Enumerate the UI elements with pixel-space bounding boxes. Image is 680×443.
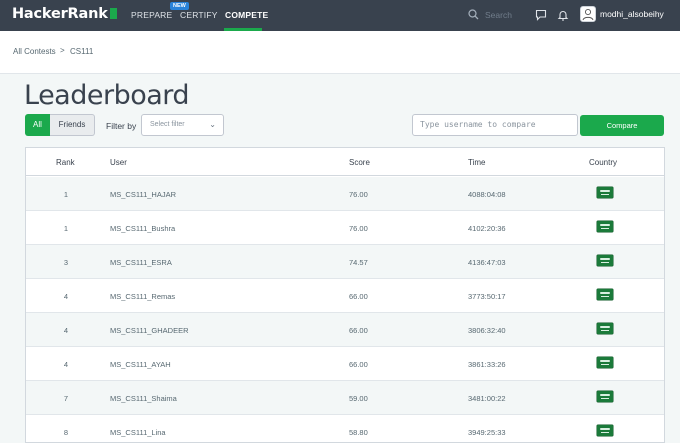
- filter-friends-button[interactable]: Friends: [50, 114, 95, 136]
- rank-cell: 8: [63, 428, 69, 437]
- user-cell[interactable]: MS_CS111_HAJAR: [110, 190, 176, 199]
- time-cell: 4102:20:36: [468, 224, 506, 233]
- filter-select[interactable]: Select filter ⌄: [141, 114, 224, 136]
- page-title: Leaderboard: [24, 80, 190, 111]
- compare-username-input[interactable]: Type username to compare: [412, 114, 578, 136]
- saudi-arabia-flag-icon: [597, 425, 613, 436]
- saudi-arabia-flag-icon: [597, 323, 613, 334]
- rank-cell: 1: [63, 190, 69, 199]
- table-row: 7 MS_CS111_Shaima 59.00 3481:00:22: [26, 381, 664, 415]
- filter-by-label: Filter by: [106, 121, 137, 131]
- top-navbar: HackerRank PREPARE NEW CERTIFY COMPETE S…: [0, 0, 680, 31]
- table-row: 4 MS_CS111_GHADEER 66.00 3806:32:40: [26, 313, 664, 347]
- user-cell[interactable]: MS_CS111_AYAH: [110, 360, 171, 369]
- saudi-arabia-flag-icon: [597, 391, 613, 402]
- time-cell: 4088:04:08: [468, 190, 506, 199]
- time-cell: 3949:25:33: [468, 428, 506, 437]
- messages-icon[interactable]: [535, 9, 547, 21]
- nav-certify-link[interactable]: CERTIFY: [180, 10, 218, 20]
- score-cell: 76.00: [349, 224, 368, 233]
- chevron-down-icon: ⌄: [209, 120, 216, 129]
- score-cell: 76.00: [349, 190, 368, 199]
- score-cell: 58.80: [349, 428, 368, 437]
- hackerrank-logo[interactable]: HackerRank: [12, 6, 117, 22]
- saudi-arabia-flag-icon: [597, 357, 613, 368]
- saudi-arabia-flag-icon: [597, 221, 613, 232]
- avatar-icon: [582, 8, 594, 21]
- logo-mark-icon: [109, 8, 117, 19]
- breadcrumb-all-contests[interactable]: All Contests: [13, 47, 56, 56]
- breadcrumb-current: CS111: [70, 47, 94, 56]
- user-cell[interactable]: MS_CS111_GHADEER: [110, 326, 189, 335]
- score-cell: 59.00: [349, 394, 368, 403]
- nav-compete-link[interactable]: COMPETE: [225, 10, 268, 20]
- saudi-arabia-flag-icon: [597, 289, 613, 300]
- rank-cell: 4: [63, 326, 69, 335]
- table-row: 1 MS_CS111_HAJAR 76.00 4088:04:08: [26, 177, 664, 211]
- compare-button[interactable]: Compare: [580, 115, 664, 136]
- user-cell[interactable]: MS_CS111_Bushra: [110, 224, 175, 233]
- nav-prepare-link[interactable]: PREPARE: [131, 10, 172, 20]
- header-rank: Rank: [56, 158, 75, 167]
- user-avatar[interactable]: [580, 6, 596, 22]
- rank-cell: 7: [63, 394, 69, 403]
- user-cell[interactable]: MS_CS111_ESRA: [110, 258, 172, 267]
- table-row: 8 MS_CS111_Lina 58.80 3949:25:33: [26, 415, 664, 442]
- user-cell[interactable]: MS_CS111_Remas: [110, 292, 175, 301]
- header-user: User: [110, 158, 127, 167]
- score-cell: 66.00: [349, 360, 368, 369]
- notifications-bell-icon[interactable]: [557, 9, 569, 21]
- user-cell[interactable]: MS_CS111_Shaima: [110, 394, 177, 403]
- logo-text: HackerRank: [12, 6, 108, 22]
- time-cell: 4136:47:03: [468, 258, 506, 267]
- table-row: 1 MS_CS111_Bushra 76.00 4102:20:36: [26, 211, 664, 245]
- user-cell[interactable]: MS_CS111_Lina: [110, 428, 166, 437]
- rank-cell: 1: [63, 224, 69, 233]
- header-time: Time: [468, 158, 486, 167]
- filter-select-placeholder: Select filter: [150, 121, 185, 128]
- search-icon[interactable]: [468, 9, 479, 20]
- filter-all-button[interactable]: All: [25, 114, 50, 136]
- leaderboard-table: Rank User Score Time Country 1 MS_CS111_…: [25, 147, 665, 443]
- username-label[interactable]: modhi_alsobeihy: [600, 9, 664, 19]
- rank-cell: 4: [63, 292, 69, 301]
- table-header: Rank User Score Time Country: [26, 148, 664, 176]
- rank-cell: 3: [63, 258, 69, 267]
- rank-cell: 4: [63, 360, 69, 369]
- header-score: Score: [349, 158, 370, 167]
- saudi-arabia-flag-icon: [597, 187, 613, 198]
- breadcrumb-bar: [0, 31, 680, 74]
- breadcrumb-separator: >: [60, 46, 65, 55]
- time-cell: 3806:32:40: [468, 326, 506, 335]
- score-cell: 66.00: [349, 292, 368, 301]
- table-row: 4 MS_CS111_Remas 66.00 3773:50:17: [26, 279, 664, 313]
- new-badge: NEW: [170, 2, 189, 10]
- table-row: 3 MS_CS111_ESRA 74.57 4136:47:03: [26, 245, 664, 279]
- header-country: Country: [589, 158, 618, 167]
- search-input[interactable]: Search: [485, 10, 512, 20]
- score-cell: 74.57: [349, 258, 368, 267]
- table-row: 4 MS_CS111_AYAH 66.00 3861:33:26: [26, 347, 664, 381]
- score-cell: 66.00: [349, 326, 368, 335]
- time-cell: 3773:50:17: [468, 292, 506, 301]
- time-cell: 3481:00:22: [468, 394, 506, 403]
- saudi-arabia-flag-icon: [597, 255, 613, 266]
- time-cell: 3861:33:26: [468, 360, 506, 369]
